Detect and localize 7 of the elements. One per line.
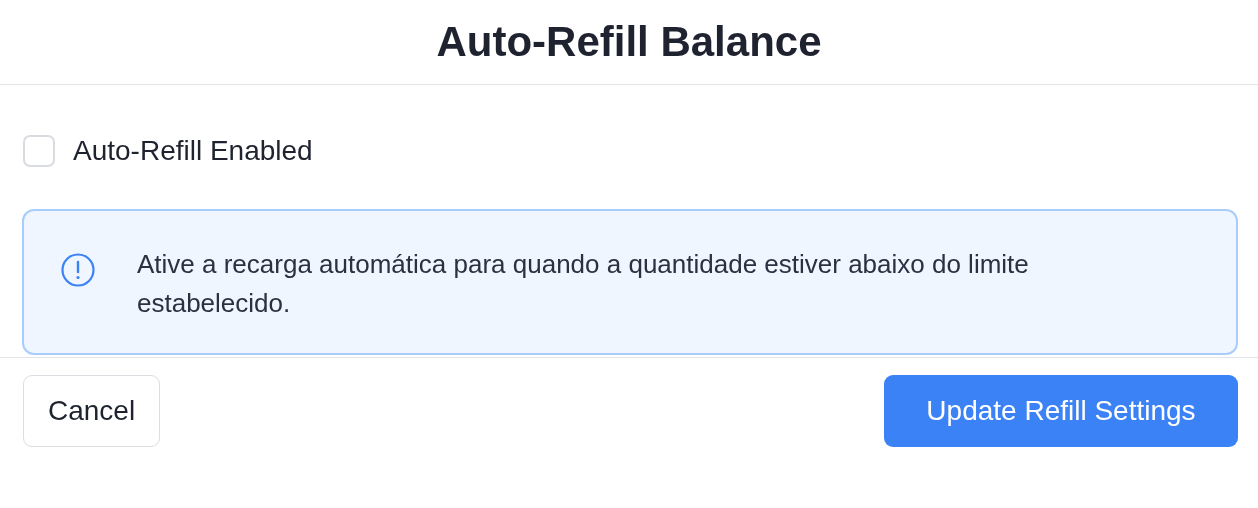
checkbox-label[interactable]: Auto-Refill Enabled xyxy=(73,135,313,167)
checkbox[interactable] xyxy=(23,135,55,167)
update-button[interactable]: Update Refill Settings xyxy=(884,375,1238,447)
info-message: Ative a recarga automática para quando a quantidade estiver abaixo do limite estabelecido. xyxy=(137,248,1030,320)
info-icon xyxy=(61,253,95,287)
cancel-button[interactable]: Cancel xyxy=(23,375,161,447)
dialog-title: Auto-Refill Balance xyxy=(436,18,822,66)
